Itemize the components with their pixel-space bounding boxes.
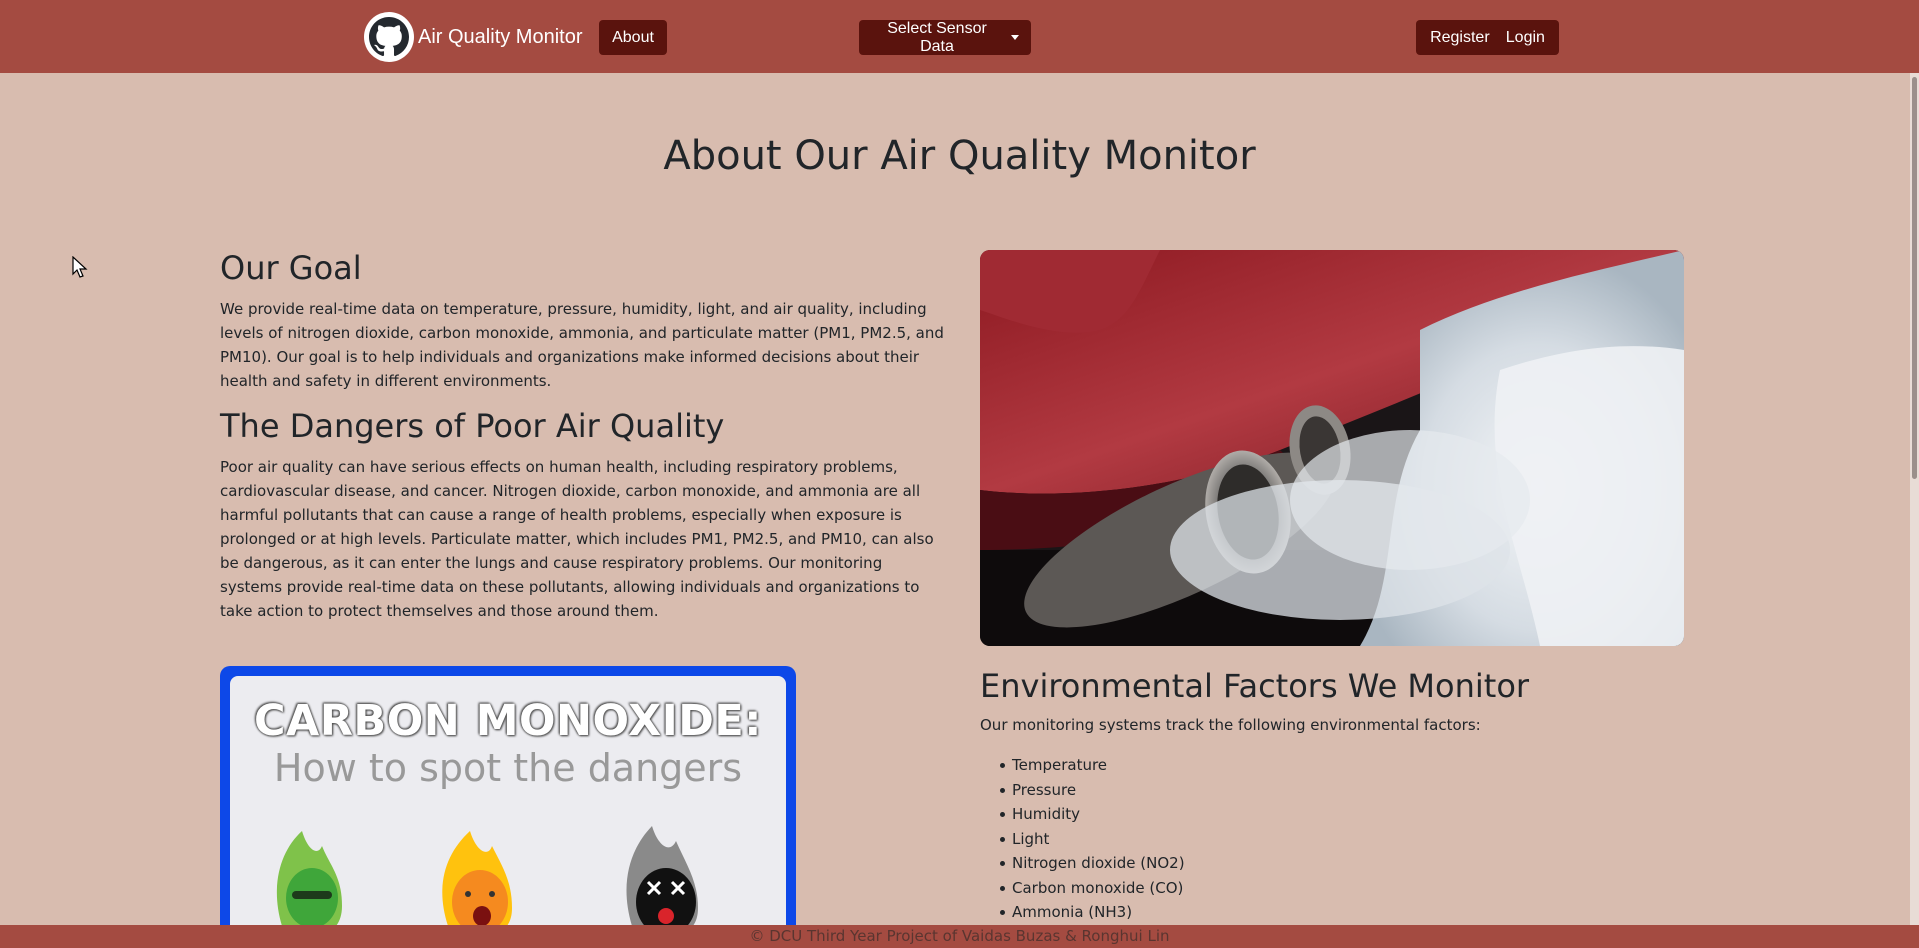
- auth-button-group: Register Login: [1416, 20, 1559, 55]
- list-item: Carbon monoxide (CO): [1000, 876, 1185, 901]
- list-item: Ammonia (NH3): [1000, 900, 1185, 925]
- about-button[interactable]: About: [599, 20, 667, 55]
- factor-list: Temperature Pressure Humidity Light Nitr…: [1000, 753, 1185, 925]
- goal-text: We provide real-time data on temperature…: [220, 300, 944, 390]
- scrollbar[interactable]: [1910, 73, 1919, 925]
- scrollbar-thumb[interactable]: [1912, 77, 1917, 479]
- page-title: About Our Air Quality Monitor: [663, 133, 1256, 179]
- sensor-data-dropdown[interactable]: Select Sensor Data: [859, 20, 1031, 55]
- environment-intro: Our monitoring systems track the followi…: [980, 716, 1481, 734]
- environment-heading: Environmental Factors We Monitor: [980, 667, 1530, 705]
- github-logo-icon: [364, 12, 414, 62]
- goal-heading: Our Goal: [220, 249, 362, 287]
- footer: © DCU Third Year Project of Vaidas Buzas…: [0, 925, 1919, 948]
- list-item: Humidity: [1000, 802, 1185, 827]
- caret-down-icon: [1011, 35, 1019, 40]
- sensor-dropdown-label: Select Sensor Data: [887, 19, 987, 55]
- list-item: Pressure: [1000, 778, 1185, 803]
- register-link[interactable]: Register: [1430, 29, 1490, 47]
- brand-link[interactable]: Air Quality Monitor: [364, 12, 583, 62]
- login-link[interactable]: Login: [1506, 29, 1545, 47]
- flame-characters-illustration: [276, 826, 698, 926]
- dangers-text: Poor air quality can have serious effect…: [220, 458, 934, 620]
- list-item: Nitrogen dioxide (NO2): [1000, 851, 1185, 876]
- mouse-cursor-icon: [72, 256, 88, 278]
- infographic-panel: CARBON MONOXIDE: How to spot the dangers: [230, 676, 786, 926]
- list-item: Temperature: [1000, 753, 1185, 778]
- carbon-monoxide-infographic: CARBON MONOXIDE: How to spot the dangers: [220, 666, 796, 926]
- list-item: Light: [1000, 827, 1185, 852]
- exhaust-pipe-image: [980, 250, 1684, 646]
- navbar: Air Quality Monitor About Select Sensor …: [0, 0, 1919, 73]
- dangers-heading: The Dangers of Poor Air Quality: [220, 407, 725, 445]
- brand-title: Air Quality Monitor: [418, 25, 583, 48]
